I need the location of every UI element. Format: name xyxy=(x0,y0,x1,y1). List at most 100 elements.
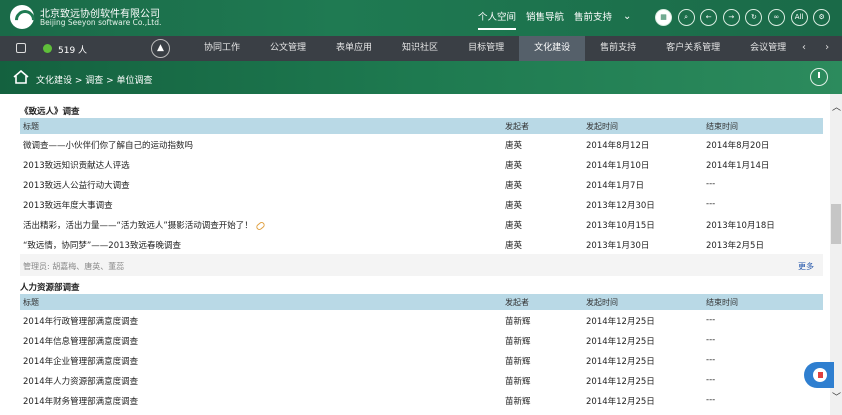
survey-start: 2014年12月25日 xyxy=(586,357,655,367)
survey-start: 2013年10月15日 xyxy=(586,221,655,231)
top-toolbar: ▦ ⌕ ← → ↻ ∞ All ⚙ xyxy=(655,9,836,26)
refresh-icon[interactable]: ↻ xyxy=(745,9,763,26)
survey-title[interactable]: 2014年财务管理部满意度调查 xyxy=(23,395,138,407)
survey-start: 2014年1月7日 xyxy=(586,181,644,191)
survey-start: 2014年1月10日 xyxy=(586,161,650,171)
survey-title[interactable]: 2013致远知识贡献达人评选 xyxy=(23,159,130,171)
survey-end: 2014年1月14日 xyxy=(706,161,770,171)
table-row[interactable]: 2014年信息管理部满意度调查 苗新辉 2014年12月25日 --- xyxy=(20,330,823,350)
survey-initiator: 唐英 xyxy=(505,241,523,251)
main-menu: 协同工作 公文管理 表单应用 知识社区 目标管理 文化建设 售前支持 客户关系管… xyxy=(189,36,801,61)
admin-list: 管理员: 胡嘉梅、唐英、董蕊 xyxy=(23,262,125,271)
survey-end: --- xyxy=(706,355,716,365)
top-nav-presales-support[interactable]: 售前支持 xyxy=(574,0,612,36)
survey-title[interactable]: 2014年企业管理部满意度调查 xyxy=(23,355,138,367)
column-start-time: 发起时间 xyxy=(586,122,618,131)
section-title: 《致远人》调查 xyxy=(20,107,80,117)
forward-icon[interactable]: → xyxy=(722,9,740,26)
survey-initiator: 苗新辉 xyxy=(505,317,531,327)
survey-initiator: 苗新辉 xyxy=(505,397,531,407)
top-nav-sales-guide[interactable]: 销售导航 xyxy=(526,0,564,36)
menu-crm[interactable]: 客户关系管理 xyxy=(651,36,735,61)
user-card-icon[interactable] xyxy=(16,43,26,53)
section-footer: 管理员: 胡嘉梅、唐英、董蕊 更多 xyxy=(20,254,823,276)
menu-collaboration[interactable]: 协同工作 xyxy=(189,36,255,61)
survey-title[interactable]: 活出精彩，活出力量——“活力致远人”摄影活动调查开始了！ xyxy=(23,219,266,231)
table-row[interactable]: 活出精彩，活出力量——“活力致远人”摄影活动调查开始了！ 唐英 2013年10月… xyxy=(20,214,823,234)
survey-title[interactable]: 2013致远年度大事调查 xyxy=(23,199,113,211)
table-row[interactable]: 2013致远年度大事调查 唐英 2013年12月30日 --- xyxy=(20,194,823,214)
table-row[interactable]: 2014年行政管理部满意度调查 苗新辉 2014年12月25日 --- xyxy=(20,310,823,330)
seeyon-logo-icon xyxy=(10,5,34,29)
survey-initiator: 苗新辉 xyxy=(505,337,531,347)
column-end-time: 结束时间 xyxy=(706,122,738,131)
survey-title[interactable]: 2014年信息管理部满意度调查 xyxy=(23,335,138,347)
link-icon[interactable]: ∞ xyxy=(767,9,785,26)
survey-initiator: 苗新辉 xyxy=(505,377,531,387)
survey-end: --- xyxy=(706,315,716,325)
top-header: 北京致远协创软件有限公司 Beijing Seeyon software Co.… xyxy=(0,0,842,36)
survey-initiator: 唐英 xyxy=(505,141,523,151)
survey-title-text[interactable]: 活出精彩，活出力量——“活力致远人”摄影活动调查开始了！ xyxy=(23,221,253,231)
table-row[interactable]: 微调查——小伙伴们你了解自己的运动指数吗 唐英 2014年8月12日 2014年… xyxy=(20,134,823,154)
survey-end: 2013年10月18日 xyxy=(706,221,775,231)
survey-initiator: 苗新辉 xyxy=(505,357,531,367)
all-icon[interactable]: All xyxy=(790,9,808,26)
table-row[interactable]: 2014年财务管理部满意度调查 苗新辉 2014年12月25日 --- xyxy=(20,390,823,410)
table-row[interactable]: 2013致远知识贡献达人评选 唐英 2014年1月10日 2014年1月14日 xyxy=(20,154,823,174)
scroll-up-icon[interactable]: ︿ xyxy=(832,100,841,113)
survey-end: --- xyxy=(706,395,716,405)
online-count[interactable]: 519 人 xyxy=(58,43,87,56)
collapse-up-icon[interactable]: ▲ xyxy=(151,39,170,58)
home-icon[interactable] xyxy=(13,70,29,84)
grid-icon[interactable]: ▦ xyxy=(655,9,672,26)
column-start-time: 发起时间 xyxy=(586,298,618,307)
more-link[interactable]: 更多 xyxy=(798,261,814,272)
survey-start: 2013年12月30日 xyxy=(586,201,655,211)
menu-document-management[interactable]: 公文管理 xyxy=(255,36,321,61)
menu-form-apps[interactable]: 表单应用 xyxy=(321,36,387,61)
speaker-help-icon[interactable] xyxy=(804,362,834,388)
settings-icon[interactable]: ⚙ xyxy=(813,9,831,26)
column-initiator: 发起者 xyxy=(505,298,529,307)
menu-culture[interactable]: 文化建设 xyxy=(519,36,586,61)
survey-title[interactable]: “致远情，协同梦”——2013致远春晚调查 xyxy=(23,239,181,251)
column-title: 标题 xyxy=(23,122,39,131)
back-icon[interactable]: ← xyxy=(700,9,718,26)
menu-goal-management[interactable]: 目标管理 xyxy=(453,36,519,61)
survey-initiator: 唐英 xyxy=(505,201,523,211)
section-title: 人力资源部调查 xyxy=(20,283,80,293)
attachment-icon xyxy=(254,220,266,231)
menu-scroll-arrows[interactable]: ‹ › xyxy=(802,42,837,53)
survey-end: --- xyxy=(706,375,716,385)
table-row[interactable]: “致远情，协同梦”——2013致远春晚调查 唐英 2013年1月30日 2013… xyxy=(20,234,823,254)
table-row[interactable]: 2013致远人公益行动大调查 唐英 2014年1月7日 --- xyxy=(20,174,823,194)
chevron-down-icon[interactable]: ⌄ xyxy=(623,11,631,22)
survey-content: 《致远人》调查 标题 发起者 发起时间 结束时间 微调查——小伙伴们你了解自己的… xyxy=(0,94,830,415)
main-navbar: 519 人 ▲ 协同工作 公文管理 表单应用 知识社区 目标管理 文化建设 售前… xyxy=(0,36,842,61)
survey-initiator: 唐英 xyxy=(505,221,523,231)
scroll-thumb[interactable] xyxy=(831,204,841,244)
survey-title[interactable]: 2013致远人公益行动大调查 xyxy=(23,179,130,191)
table-header: 标题 发起者 发起时间 结束时间 xyxy=(20,118,823,134)
survey-title[interactable]: 2014年人力资源部满意度调查 xyxy=(23,375,138,387)
table-row[interactable]: 2014年人力资源部满意度调查 苗新辉 2014年12月25日 --- xyxy=(20,370,823,390)
survey-end: 2013年2月5日 xyxy=(706,241,764,251)
column-initiator: 发起者 xyxy=(505,122,529,131)
search-icon[interactable]: ⌕ xyxy=(677,9,695,26)
survey-title[interactable]: 微调查——小伙伴们你了解自己的运动指数吗 xyxy=(23,139,193,151)
survey-title[interactable]: 2014年行政管理部满意度调查 xyxy=(23,315,138,327)
table-row[interactable]: 2014年企业管理部满意度调查 苗新辉 2014年12月25日 --- xyxy=(20,350,823,370)
survey-start: 2014年8月12日 xyxy=(586,141,650,151)
scroll-down-icon[interactable]: ﹀ xyxy=(832,390,841,403)
survey-end: --- xyxy=(706,335,716,345)
clock-icon[interactable] xyxy=(810,68,828,86)
breadcrumb-bar: 文化建设 > 调查 > 单位调查 xyxy=(0,61,842,94)
menu-knowledge-community[interactable]: 知识社区 xyxy=(387,36,453,61)
survey-end: --- xyxy=(706,199,716,209)
menu-presales-support[interactable]: 售前支持 xyxy=(585,36,651,61)
survey-start: 2014年12月25日 xyxy=(586,317,655,327)
menu-meeting-management[interactable]: 会议管理 xyxy=(735,36,801,61)
top-nav-personal-space[interactable]: 个人空间 xyxy=(478,0,517,36)
table-header: 标题 发起者 发起时间 结束时间 xyxy=(20,294,823,310)
